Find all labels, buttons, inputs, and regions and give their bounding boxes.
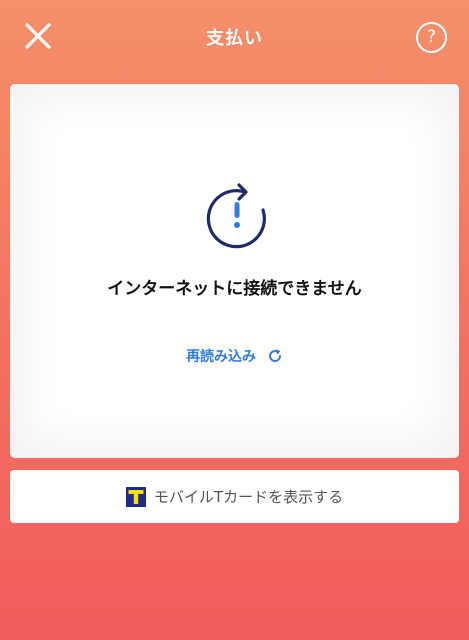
reload-icon <box>268 349 281 362</box>
mobile-t-card-button[interactable]: モバイルTカードを表示する <box>10 470 459 523</box>
t-card-label: モバイルTカードを表示する <box>153 488 344 506</box>
t-card-logo <box>125 486 146 507</box>
error-card: インターネットに接続できません 再読み込み <box>10 84 459 458</box>
reload-alert-icon <box>206 183 266 249</box>
reload-label: 再読み込み <box>186 349 257 365</box>
error-message: インターネットに接続できません <box>107 279 362 299</box>
help-icon[interactable]: ? <box>416 22 447 53</box>
reload-button[interactable]: 再読み込み <box>10 346 459 366</box>
header-bar: 支払い ? <box>0 0 469 76</box>
page-title: 支払い <box>206 28 263 49</box>
